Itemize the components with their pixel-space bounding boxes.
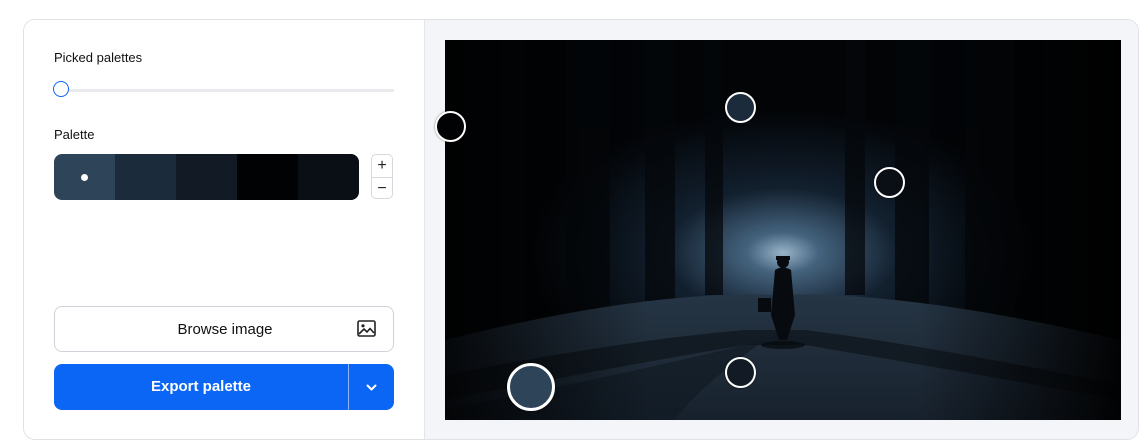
color-picker-handle-1[interactable] — [435, 111, 466, 142]
palette-size-stepper: + − — [371, 154, 393, 199]
palette-swatch-1[interactable] — [54, 154, 115, 200]
color-picker-handle-active[interactable] — [507, 363, 555, 411]
color-picker-handle-2[interactable] — [725, 92, 756, 123]
source-photo-art — [445, 40, 1121, 420]
selected-swatch-marker — [81, 173, 88, 181]
source-photo — [445, 40, 1121, 420]
palette-swatches — [54, 154, 359, 200]
color-picker-handle-4[interactable] — [725, 357, 756, 388]
palette-generator-card: Picked palettes Palette + − Browse image… — [23, 19, 1139, 440]
export-options-button[interactable] — [349, 364, 394, 410]
remove-color-button[interactable]: − — [372, 178, 392, 200]
color-picker-handle-3[interactable] — [874, 167, 905, 198]
palette-swatch-2[interactable] — [115, 154, 176, 200]
export-palette-button[interactable]: Export palette — [54, 364, 348, 410]
palette-swatch-5[interactable] — [298, 154, 359, 200]
add-color-button[interactable]: + — [372, 155, 392, 177]
picked-palettes-slider-thumb[interactable] — [53, 81, 69, 97]
picked-palettes-label: Picked palettes — [54, 50, 143, 65]
palette-label: Palette — [54, 127, 95, 142]
image-preview-panel — [424, 20, 1138, 439]
picked-palettes-slider-track[interactable] — [62, 89, 394, 92]
palette-swatch-4[interactable] — [237, 154, 298, 200]
browse-image-label: Browse image — [177, 321, 273, 338]
image-icon — [357, 320, 376, 342]
chevron-down-icon — [366, 384, 377, 391]
browse-image-button[interactable]: Browse image — [54, 306, 394, 352]
export-palette-group: Export palette — [54, 364, 394, 410]
palette-swatch-3[interactable] — [176, 154, 237, 200]
controls-panel: Picked palettes Palette + − Browse image… — [24, 20, 424, 439]
